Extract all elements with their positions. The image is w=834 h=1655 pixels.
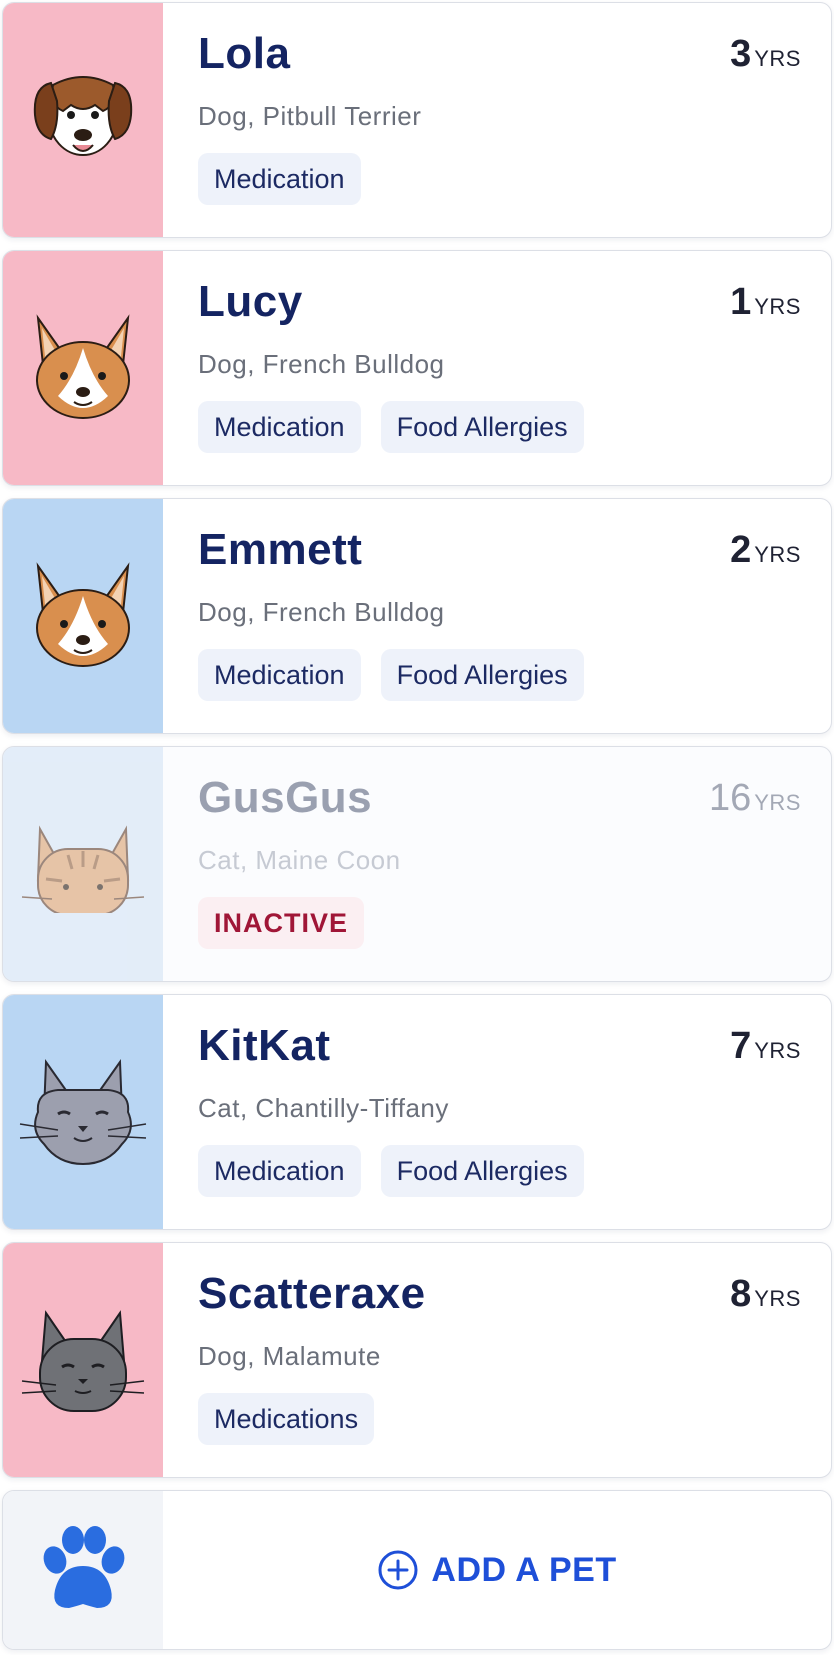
pet-breed: Dog, Malamute [198,1341,381,1371]
pet-breed: Cat, Maine Coon [198,845,401,875]
pet-avatar [3,499,163,733]
fluffy-gray-cat-icon [19,1059,147,1166]
tag-medication: Medication [198,401,361,453]
pet-card[interactable]: Lola 3 YRS Dog, Pitbull Terrier Medicatio… [2,2,832,238]
pet-age-value: 16 [708,777,752,819]
pet-age: 2 YRS [730,529,801,572]
pet-age-unit: YRS [754,1286,801,1311]
add-pet-card: ADD A PET [2,1490,832,1650]
tag-medication: Medication [198,1145,361,1197]
pet-age: 3 YRS [730,33,801,76]
pet-info: Scatteraxe 8 YRS Dog, Malamute Medication… [198,1243,801,1477]
pet-tags: Medication Food Allergies [198,649,584,701]
beagle-dog-icon [33,76,133,156]
pet-info: Lola 3 YRS Dog, Pitbull Terrier Medicatio… [198,3,801,237]
pet-card[interactable]: Emmett 2 YRS Dog, French Bulldog Medicati… [2,498,832,734]
pet-age-unit: YRS [754,790,801,815]
pet-avatar [3,3,163,237]
pet-age-value: 8 [730,1273,752,1315]
tag-medication: Medication [198,649,361,701]
plus-circle-icon [378,1550,418,1590]
pet-tags: Medication Food Allergies [198,1145,584,1197]
pet-age-unit: YRS [754,294,801,319]
pet-tags: Medications [198,1393,375,1445]
pet-info: GusGus 16 YRS Cat, Maine Coon INACTIVE [198,747,801,981]
pet-avatar [3,251,163,485]
pet-age-unit: YRS [754,1038,801,1063]
gray-cat-icon [21,1310,145,1412]
pet-card[interactable]: KitKat 7 YRS Cat, Chantilly-Tiffany Medic… [2,994,832,1230]
pet-name: Lucy [198,277,303,326]
pet-list: Lola 3 YRS Dog, Pitbull Terrier Medicatio… [0,0,834,1655]
tag-food-allergies: Food Allergies [380,1145,584,1197]
pet-breed: Dog, French Bulldog [198,349,445,379]
pet-breed: Cat, Chantilly-Tiffany [198,1093,449,1123]
pet-age-value: 3 [730,33,752,75]
pet-avatar [3,1243,163,1477]
tag-food-allergies: Food Allergies [380,649,584,701]
pet-age: 8 YRS [730,1273,801,1316]
tabby-cat-icon [18,825,148,919]
pet-info: KitKat 7 YRS Cat, Chantilly-Tiffany Medic… [198,995,801,1229]
pet-tags: Medication Food Allergies [198,401,584,453]
add-pet-label: ADD A PET [431,1550,617,1589]
pet-age-unit: YRS [754,542,801,567]
inactive-badge: INACTIVE [198,897,365,949]
pet-name: KitKat [198,1021,331,1070]
pet-card-inactive[interactable]: GusGus 16 YRS Cat, Maine Coon INACTIVE [2,746,832,982]
pet-age-value: 7 [730,1025,752,1067]
tag-medication: Medication [198,153,361,205]
pet-tags: INACTIVE [198,897,365,949]
pet-avatar [3,747,163,981]
pet-age: 7 YRS [730,1025,801,1068]
corgi-dog-icon [36,314,130,419]
pet-card[interactable]: Scatteraxe 8 YRS Dog, Malamute Medication… [2,1242,832,1478]
pet-age-value: 1 [730,281,752,323]
pet-name: GusGus [198,773,373,822]
pet-info: Emmett 2 YRS Dog, French Bulldog Medicati… [198,499,801,733]
tag-medications: Medications [198,1393,375,1445]
add-pet-button[interactable]: ADD A PET [163,1491,831,1649]
pet-name: Emmett [198,525,363,574]
add-pet-avatar [3,1491,163,1649]
pet-age-unit: YRS [754,46,801,71]
corgi-dog-icon [36,562,130,667]
paw-icon [43,1526,125,1608]
pet-age: 16 YRS [709,777,801,820]
tag-food-allergies: Food Allergies [380,401,584,453]
pet-card[interactable]: Lucy 1 YRS Dog, French Bulldog Medication… [2,250,832,486]
pet-breed: Dog, French Bulldog [198,597,445,627]
pet-name: Lola [198,29,291,78]
pet-age: 1 YRS [730,281,801,324]
pet-name: Scatteraxe [198,1269,426,1318]
pet-tags: Medication [198,153,361,205]
pet-avatar [3,995,163,1229]
pet-breed: Dog, Pitbull Terrier [198,101,422,131]
pet-age-value: 2 [730,529,752,571]
pet-info: Lucy 1 YRS Dog, French Bulldog Medication… [198,251,801,485]
